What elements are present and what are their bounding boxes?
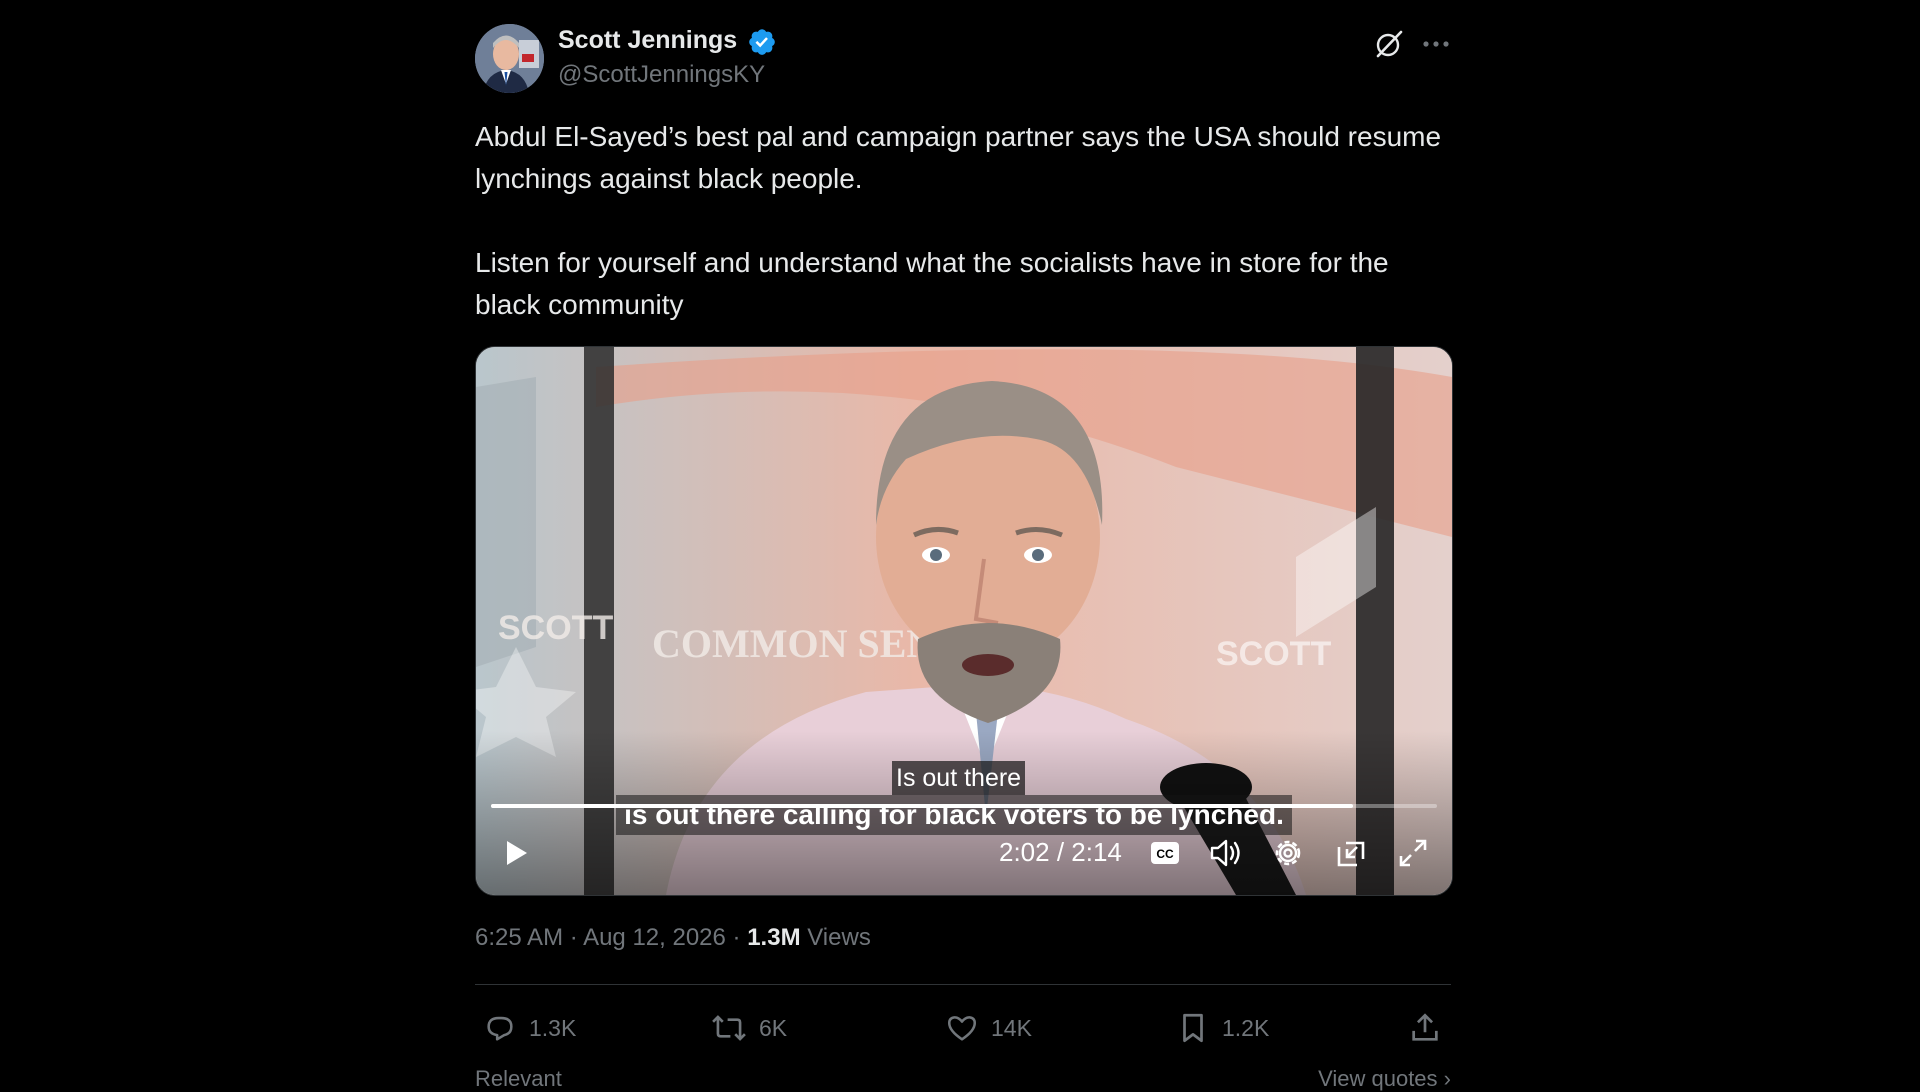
- video-progress-bar[interactable]: [491, 804, 1437, 808]
- tweet-paragraph: Abdul El-Sayed’s best pal and campaign p…: [475, 121, 1442, 194]
- repost-icon: [712, 1015, 746, 1041]
- closed-captions-icon[interactable]: CC: [1148, 835, 1182, 871]
- play-icon[interactable]: [498, 835, 534, 871]
- avatar[interactable]: [475, 24, 544, 93]
- reply-button[interactable]: 1.3K: [483, 1010, 576, 1046]
- replies-sort-label[interactable]: Relevant: [475, 1066, 562, 1092]
- video-progress-fill: [491, 804, 1353, 808]
- like-icon: [947, 1016, 977, 1041]
- views-count[interactable]: 1.3M: [747, 924, 800, 951]
- share-icon: [1412, 1013, 1438, 1041]
- video-time: 2:02 / 2:14: [999, 837, 1122, 867]
- meta-separator: ·: [563, 924, 584, 951]
- tweet-date[interactable]: Aug 12, 2026: [583, 924, 726, 951]
- volume-icon[interactable]: [1207, 835, 1245, 871]
- tweet-time[interactable]: 6:25 AM: [475, 924, 563, 951]
- grok-icon[interactable]: [1372, 27, 1406, 61]
- like-button[interactable]: 14K: [945, 1010, 1032, 1046]
- video-player[interactable]: SCOTT COMMON SENSE SCOTT Is out there: [475, 346, 1453, 896]
- repost-count: 6K: [759, 1014, 788, 1041]
- bookmark-button[interactable]: 1.2K: [1176, 1010, 1269, 1046]
- author-display-name[interactable]: Scott Jennings: [558, 26, 737, 55]
- views-label: Views: [807, 924, 871, 951]
- tweet-meta: 6:25 AM · Aug 12, 2026 · 1.3M Views: [475, 924, 871, 952]
- caption-top: Is out there: [892, 761, 1026, 795]
- tweet-header: Scott Jennings @ScottJenningsKY: [475, 24, 1451, 94]
- tweet-text: Abdul El-Sayed’s best pal and campaign p…: [475, 116, 1451, 326]
- svg-text:CC: CC: [1156, 847, 1174, 861]
- settings-icon[interactable]: [1270, 835, 1306, 871]
- view-quotes-link[interactable]: View quotes ›: [1318, 1066, 1451, 1092]
- bookmark-count: 1.2K: [1222, 1014, 1270, 1041]
- bookmark-icon: [1183, 1013, 1203, 1043]
- reply-icon: [487, 1016, 513, 1041]
- verified-badge-icon: [749, 29, 775, 55]
- meta-separator: ·: [725, 924, 748, 951]
- pip-icon[interactable]: [1333, 835, 1369, 871]
- tweet-paragraph: Listen for yourself and understand what …: [475, 247, 1389, 320]
- fullscreen-icon[interactable]: [1395, 835, 1431, 871]
- divider: [475, 984, 1451, 985]
- share-button[interactable]: [1408, 1010, 1454, 1046]
- more-icon[interactable]: [1419, 27, 1453, 61]
- like-count: 14K: [991, 1014, 1032, 1041]
- author-handle[interactable]: @ScottJenningsKY: [558, 61, 765, 89]
- caption-bottom: is out there calling for black voters to…: [616, 795, 1292, 835]
- tweet-detail: Scott Jennings @ScottJenningsKY Abdul El…: [475, 0, 1454, 1091]
- reply-count: 1.3K: [529, 1014, 577, 1041]
- repost-button[interactable]: 6K: [711, 1010, 787, 1046]
